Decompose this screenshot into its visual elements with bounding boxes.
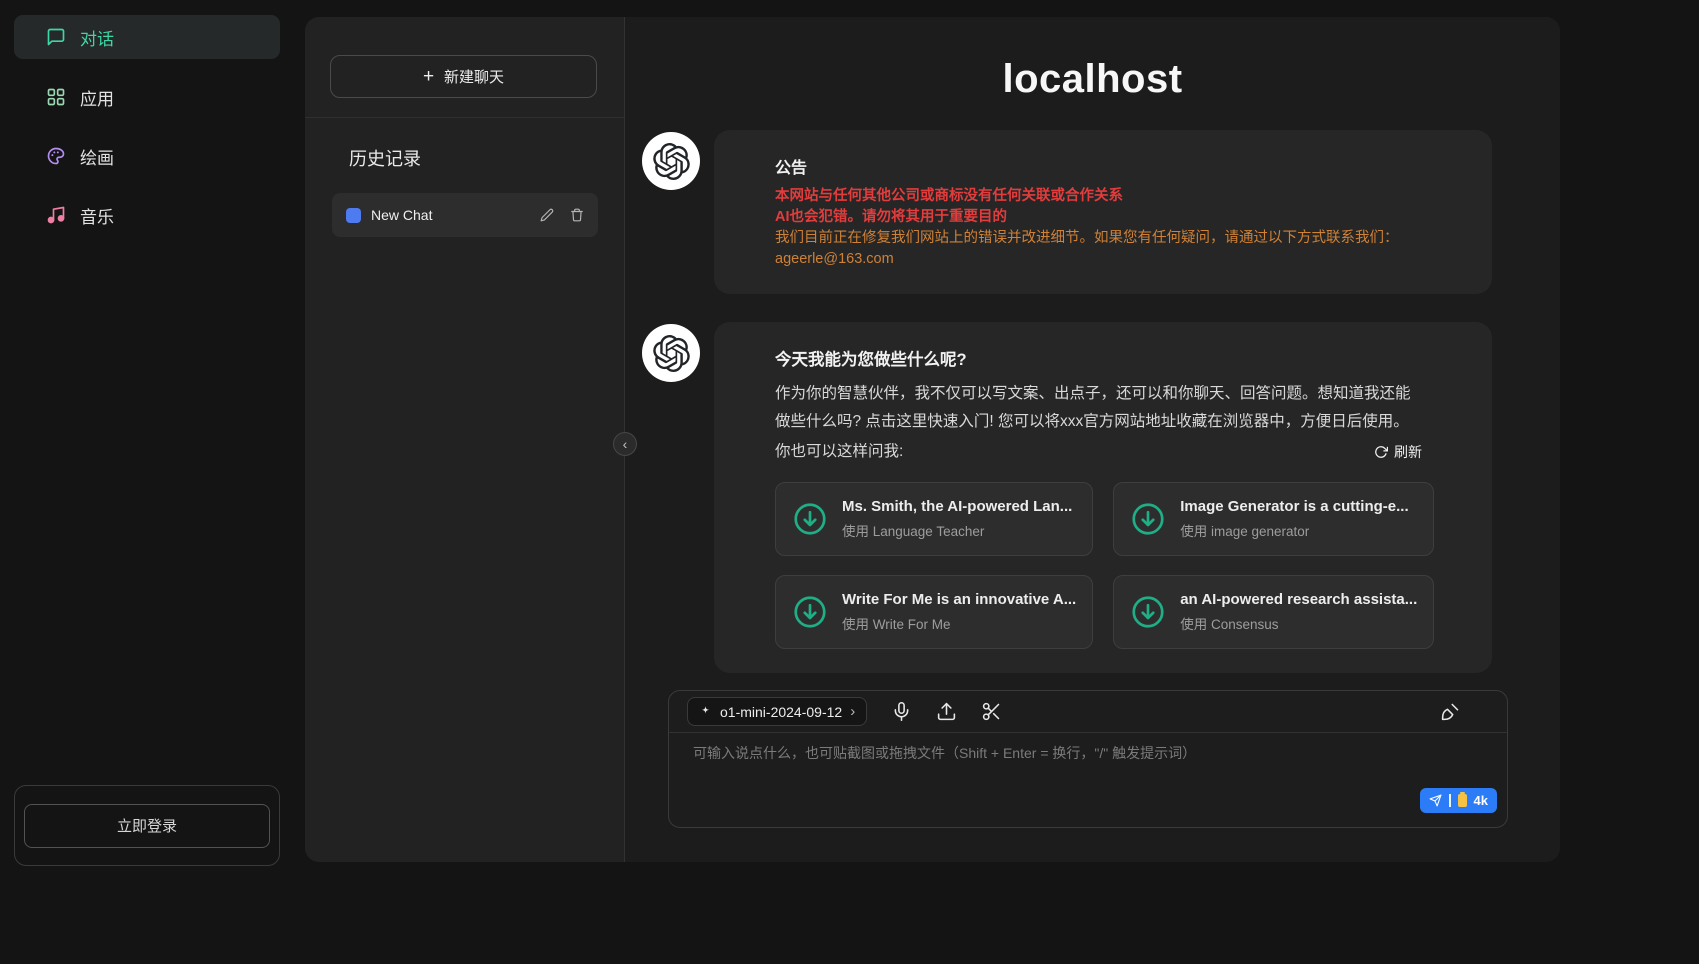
arrow-down-circle-icon — [1130, 501, 1166, 537]
battery-icon — [1458, 794, 1467, 807]
sparkle-icon — [699, 705, 712, 718]
suggestion-title: Write For Me is an innovative A... — [842, 591, 1076, 608]
assistant-avatar — [642, 132, 700, 190]
edit-icon[interactable] — [540, 208, 554, 222]
suggestion-subtitle: 使用 image generator — [1180, 520, 1408, 540]
workspace: + 新建聊天 历史记录 New Chat ‹ localhost — [305, 17, 1560, 862]
history-heading: 历史记录 — [349, 145, 421, 171]
chat-list-panel: + 新建聊天 历史记录 New Chat — [305, 17, 625, 862]
app-root: 对话 应用 绘画 音乐 立即登录 + — [0, 0, 1699, 964]
sidebar-item-music[interactable]: 音乐 — [14, 193, 280, 237]
chat-icon — [46, 27, 66, 47]
sidebar-item-label: 对话 — [80, 25, 114, 50]
chevron-right-icon: › — [850, 703, 855, 720]
welcome-card: 今天我能为您做些什么呢? 作为你的智慧伙伴，我不仅可以写文案、出点子，还可以和你… — [714, 322, 1492, 673]
mic-button[interactable] — [891, 701, 912, 722]
announcement-title: 公告 — [775, 154, 1422, 178]
delete-icon[interactable] — [570, 208, 584, 222]
refresh-icon — [1374, 445, 1388, 459]
announcement-line: AI也会犯错。请勿将其用于重要目的 — [775, 207, 1422, 228]
chat-main-panel: localhost 公告 本网站与任何其他公司或商标没有任何关联或合作关系 AI… — [625, 17, 1560, 862]
new-chat-label: 新建聊天 — [444, 66, 504, 87]
suggestion-card[interactable]: Image Generator is a cutting-e... 使用 ima… — [1113, 482, 1434, 556]
clean-button[interactable] — [1440, 701, 1461, 722]
assistant-avatar — [642, 324, 700, 382]
arrow-down-circle-icon — [792, 594, 828, 630]
arrow-down-circle-icon — [1130, 594, 1166, 630]
palette-icon — [46, 146, 66, 166]
sidebar: 对话 应用 绘画 音乐 立即登录 — [0, 0, 295, 964]
suggestion-grid: Ms. Smith, the AI-powered Lan... 使用 Lang… — [775, 482, 1422, 649]
sidebar-item-label: 绘画 — [80, 144, 114, 169]
chat-item-title: New Chat — [371, 207, 524, 223]
chat-avatar-icon — [346, 208, 361, 223]
model-label: o1-mini-2024-09-12 — [720, 704, 842, 720]
suggestion-card[interactable]: Ms. Smith, the AI-powered Lan... 使用 Lang… — [775, 482, 1093, 556]
message-input[interactable] — [693, 743, 1485, 791]
announcement-card: 公告 本网站与任何其他公司或商标没有任何关联或合作关系 AI也会犯错。请勿将其用… — [714, 130, 1492, 294]
openai-logo-icon — [653, 335, 690, 372]
suggestion-subtitle: 使用 Language Teacher — [842, 520, 1072, 540]
divider — [1449, 794, 1451, 807]
login-button[interactable]: 立即登录 — [24, 804, 270, 848]
suggestion-subtitle: 使用 Consensus — [1180, 613, 1417, 633]
plus-icon: + — [423, 67, 434, 86]
arrow-down-circle-icon — [792, 501, 828, 537]
apps-icon — [46, 87, 66, 107]
music-icon — [46, 205, 66, 225]
login-box: 立即登录 — [14, 785, 280, 866]
model-selector[interactable]: o1-mini-2024-09-12 › — [687, 697, 867, 726]
sidebar-item-label: 音乐 — [80, 203, 114, 228]
sidebar-item-apps[interactable]: 应用 — [14, 75, 280, 119]
announcement-line: 我们目前正在修复我们网站上的错误并改进细节。如果您有任何疑问，请通过以下方式联系… — [775, 228, 1422, 249]
suggestion-card[interactable]: an AI-powered research assista... 使用 Con… — [1113, 575, 1434, 649]
announcement-email: ageerle@163.com — [775, 249, 1422, 270]
page-title: localhost — [625, 57, 1560, 102]
scissors-button[interactable] — [981, 701, 1002, 722]
collapse-sidebar-button[interactable]: ‹ — [613, 432, 637, 456]
upload-button[interactable] — [936, 701, 957, 722]
suggestion-title: Ms. Smith, the AI-powered Lan... — [842, 498, 1072, 515]
welcome-title: 今天我能为您做些什么呢? — [775, 346, 1422, 370]
send-icon — [1429, 794, 1442, 807]
refresh-label: 刷新 — [1394, 442, 1422, 462]
sidebar-item-chat[interactable]: 对话 — [14, 15, 280, 59]
chevron-left-icon: ‹ — [623, 436, 628, 452]
sidebar-item-drawing[interactable]: 绘画 — [14, 134, 280, 178]
suggestion-title: Image Generator is a cutting-e... — [1180, 498, 1408, 515]
token-count: 4k — [1474, 793, 1488, 808]
suggestion-subtitle: 使用 Write For Me — [842, 613, 1076, 633]
announcement-line: 本网站与任何其他公司或商标没有任何关联或合作关系 — [775, 186, 1422, 207]
refresh-button[interactable]: 刷新 — [1374, 442, 1422, 462]
composer-toolbar: o1-mini-2024-09-12 › — [669, 691, 1507, 733]
welcome-body: 作为你的智慧伙伴，我不仅可以写文案、出点子，还可以和你聊天、回答问题。想知道我还… — [775, 380, 1422, 436]
suggestion-card[interactable]: Write For Me is an innovative A... 使用 Wr… — [775, 575, 1093, 649]
send-button[interactable]: 4k — [1420, 788, 1497, 813]
sidebar-item-label: 应用 — [80, 85, 114, 110]
openai-logo-icon — [653, 143, 690, 180]
composer: o1-mini-2024-09-12 › — [668, 690, 1508, 828]
ask-hint: 你也可以这样问我: — [775, 438, 903, 466]
suggestion-title: an AI-powered research assista... — [1180, 591, 1417, 608]
divider — [305, 117, 624, 118]
chat-list-item[interactable]: New Chat — [332, 193, 598, 237]
new-chat-button[interactable]: + 新建聊天 — [330, 55, 597, 98]
